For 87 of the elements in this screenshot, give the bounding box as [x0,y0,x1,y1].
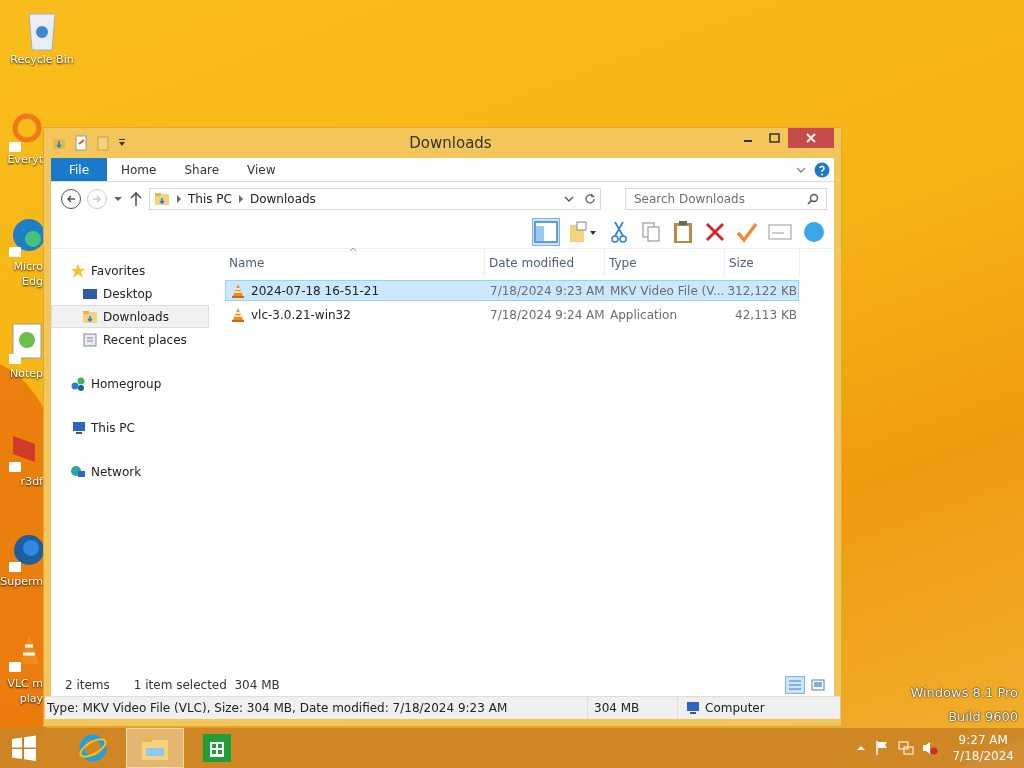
window-title: Downloads [408,134,493,152]
recent-places-icon [82,331,98,348]
magnifier-icon [7,112,43,152]
desktop-icon-label: VLC m [7,676,43,691]
nav-item[interactable]: Downloads [51,305,209,328]
table-cell-text: 7/18/2024 9:24 AM [489,307,606,322]
chevron-down-icon [564,194,574,204]
clock-time: 9:27 AM [958,732,1008,748]
location-text: Computer [705,701,765,715]
breadcrumb[interactable]: This PC [188,192,232,206]
desktop-icon-label: Micro [13,259,43,274]
list-lines-icon [788,679,802,691]
nav-item[interactable]: Desktop [51,282,209,305]
homegroup-icon [70,375,86,392]
watermark-text: Build 9600 [948,709,1018,724]
nav-item[interactable]: Recent places [51,328,209,351]
column-header[interactable]: Type [605,249,725,277]
close-icon [806,133,816,143]
item-count: 2 items [65,678,110,692]
desktop-icon-label: Recycle Bin [10,52,74,67]
ribbon-tab[interactable]: Share [170,158,234,181]
ribbon-tab[interactable]: View [233,158,290,181]
file-name: 2024-07-18 16-51-21 [226,282,486,299]
computer-icon [70,419,86,436]
folder-icon [140,734,170,762]
recent-locations-button[interactable] [113,194,123,204]
maximize-icon [769,133,780,143]
new-page-icon [73,135,89,151]
star-icon [70,262,86,279]
details-view-button[interactable] [785,676,805,694]
table-cell-text: 7/18/2024 9:23 AM [489,283,606,298]
back-button[interactable] [61,189,81,209]
table-cell-text: 312,122 KB [726,283,798,298]
details-text: Type: MKV Video File (VLC), Size: 304 MB, Date modified: 7/18/2024 9:23 AM [46,701,509,715]
desktop-icon-label: Edg [22,274,43,289]
help-icon [814,161,830,178]
desktop-icon-label: Everyt [7,152,43,167]
nav-item[interactable]: Network [51,460,209,483]
file-row[interactable]: vlc-3.0.21-win32 7/18/2024 9:24 AM Application 42,113 KB [225,304,799,325]
column-header[interactable]: Date modified [485,249,605,277]
close-button[interactable] [788,128,834,148]
windows-logo-icon [11,735,37,761]
breadcrumb-arrow-icon [237,195,244,203]
search-field[interactable]: Search Downloads [625,188,827,210]
e-logo-icon [78,733,108,763]
desktop-icon-label: r3df [20,474,43,489]
clock-date: 7/18/2024 [952,748,1014,764]
file-row[interactable]: 2024-07-18 16-51-21 7/18/2024 9:23 AM MKV Video File (V... 312,122 KB [225,280,799,301]
left-arrow-icon [65,193,77,205]
desktop-icon-label: Notep [9,366,43,381]
file-name: vlc-3.0.21-win32 [226,306,486,323]
nav-item[interactable]: Favorites [51,259,209,282]
folder-icon [154,191,170,207]
address-field[interactable]: This PC Downloads [149,188,601,210]
table-cell-text: MKV Video File (V... [609,283,726,298]
size-text: 304 MB [594,701,640,715]
traffic-cone-icon [230,306,246,323]
search-icon [807,193,819,205]
network-icon [898,740,915,756]
watermark-text: Windows 8.1 Pro [910,685,1018,700]
notepad-icon [7,322,43,366]
column-header[interactable]: Size [725,249,800,277]
breadcrumb-arrow-icon [176,195,182,203]
refresh-icon [584,193,596,205]
column-header[interactable]: Name [225,249,485,277]
table-cell-text: 42,113 KB [734,307,798,322]
nav-item[interactable]: This PC [51,416,209,439]
ribbon-tab[interactable]: Home [107,158,171,181]
speaker-muted-icon [922,740,939,756]
large-icons-view-button[interactable] [808,676,828,694]
breadcrumb[interactable]: Downloads [249,192,316,206]
computer-icon [684,700,700,716]
up-button[interactable] [129,191,143,207]
table-cell-text: Application [609,307,679,322]
network-icon [70,463,86,480]
picture-frame-icon [811,679,825,691]
downloads-folder-icon [82,308,98,325]
desktop-icon-label: Superm [0,574,43,589]
minimize-icon [743,140,752,142]
nav-item[interactable]: Homegroup [51,372,209,395]
desktop-icon-label: play [19,691,43,706]
selection-info: 1 item selected 304 MB [133,678,280,692]
chevron-up-icon [856,743,867,753]
new-folder-icon [95,135,111,151]
preview-pane-button[interactable] [532,218,560,246]
right-arrow-icon [91,193,103,205]
traffic-cone-icon [230,282,246,299]
